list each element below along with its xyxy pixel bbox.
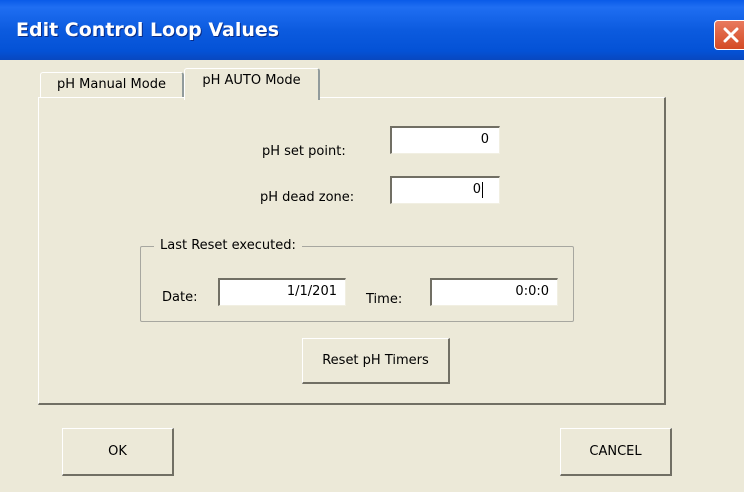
close-button[interactable] [714, 20, 744, 50]
set-point-input[interactable]: 0 [390, 126, 500, 154]
cancel-button[interactable]: CANCEL [560, 428, 672, 476]
ok-button[interactable]: OK [62, 428, 174, 476]
dead-zone-input[interactable]: 0 [390, 176, 500, 204]
time-label: Time: [366, 292, 403, 307]
dead-zone-label: pH dead zone: [260, 190, 355, 205]
tab-ph-manual-mode[interactable]: pH Manual Mode [40, 72, 184, 98]
title-bar[interactable]: Edit Control Loop Values [0, 0, 744, 60]
close-icon [723, 27, 739, 43]
set-point-value: 0 [480, 132, 489, 147]
reset-ph-timers-button[interactable]: Reset pH Timers [302, 338, 450, 384]
time-value: 0:0:0 [515, 284, 549, 299]
date-label: Date: [162, 290, 198, 305]
tab-ph-auto-mode-label: pH AUTO Mode [202, 73, 301, 88]
last-reset-group-title: Last Reset executed: [154, 238, 302, 254]
tab-ph-manual-mode-label: pH Manual Mode [57, 77, 166, 92]
text-caret [482, 181, 483, 198]
date-input[interactable]: 1/1/201 [218, 278, 346, 306]
window-title: Edit Control Loop Values [16, 19, 280, 41]
dead-zone-value: 0 [472, 182, 481, 197]
time-input[interactable]: 0:0:0 [430, 278, 558, 306]
tab-ph-auto-mode[interactable]: pH AUTO Mode [184, 68, 320, 100]
date-value: 1/1/201 [286, 284, 337, 299]
set-point-label: pH set point: [262, 144, 346, 159]
